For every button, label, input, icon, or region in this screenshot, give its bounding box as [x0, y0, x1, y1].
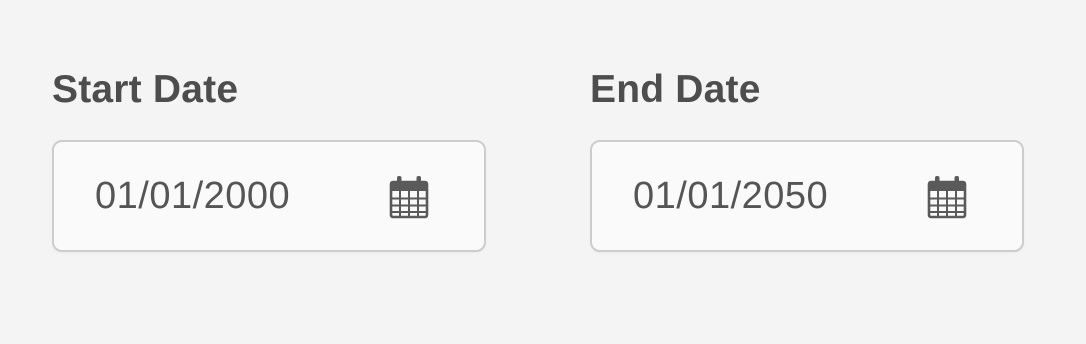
- end-date-calendar-button[interactable]: [922, 172, 972, 222]
- start-date-group: Start Date 01/01/2000: [52, 62, 490, 252]
- start-date-input[interactable]: 01/01/2000: [52, 140, 486, 252]
- start-date-value[interactable]: 01/01/2000: [95, 172, 290, 220]
- end-date-input[interactable]: 01/01/2050: [590, 140, 1024, 252]
- calendar-icon[interactable]: [388, 174, 430, 220]
- end-date-group: End Date 01/01/2050: [590, 62, 1028, 252]
- end-date-label: End Date: [590, 68, 761, 111]
- start-date-calendar-button[interactable]: [384, 172, 434, 222]
- end-date-value[interactable]: 01/01/2050: [633, 172, 828, 220]
- start-date-label: Start Date: [52, 68, 239, 111]
- calendar-icon[interactable]: [926, 174, 968, 220]
